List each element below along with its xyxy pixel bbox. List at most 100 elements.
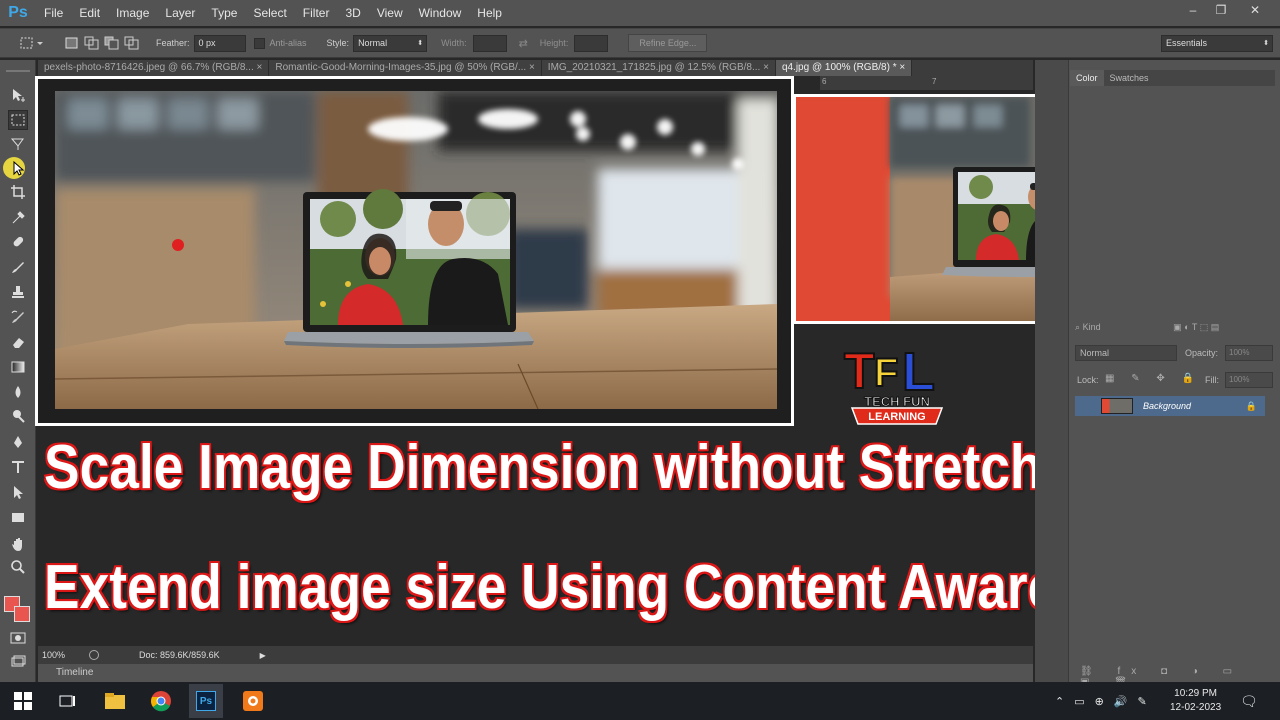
style-select[interactable]: Normal ⬍ [353,34,428,52]
intersect-selection-icon[interactable] [124,36,140,50]
close-icon[interactable]: × [257,62,263,73]
eraser-icon[interactable] [8,332,28,352]
feather-input[interactable]: 0 px [193,34,246,52]
task-view-icon[interactable] [50,684,84,718]
gradient-tool-icon[interactable] [8,357,28,377]
marquee-preset-icon[interactable] [18,33,58,53]
height-input[interactable] [574,34,609,52]
zoom-tool-icon[interactable] [8,557,28,577]
system-tray: ⌃ ▭ ⊕ 🔊 ✎ [1055,682,1147,720]
width-input[interactable] [472,34,507,52]
menu-filter[interactable]: Filter [295,0,338,26]
clock[interactable]: 10:29 PM 12-02-2023 [1170,682,1221,720]
status-info-icon[interactable] [89,650,100,660]
close-button[interactable]: ✕ [1238,0,1272,20]
fill-label: Fill: [1205,375,1219,385]
menu-3d[interactable]: 3D [337,0,368,26]
panel-dock [1035,60,1069,682]
filter-search-icon[interactable]: ⌕ [1075,322,1080,332]
volume-icon[interactable]: 🔊 [1114,695,1128,708]
lasso-tool-icon[interactable] [8,134,28,154]
menu-layer[interactable]: Layer [157,0,203,26]
tab-pexels[interactable]: pexels-photo-8716426.jpeg @ 66.7% (RGB/8… [38,60,270,76]
layer-background[interactable]: Background 🔒 [1075,396,1265,416]
logo-letter-l: L [902,342,935,402]
notifications-icon[interactable]: 🗨 [1240,682,1258,720]
color-panel-tabs: Color Swatches [1070,70,1275,86]
menu-window[interactable]: Window [411,0,470,26]
tab-q4[interactable]: q4.jpg @ 100% (RGB/8) * × [775,60,913,76]
subtract-selection-icon[interactable] [104,36,120,50]
clone-stamp-icon[interactable] [8,282,28,302]
type-tool-icon[interactable] [8,457,28,477]
timeline-panel[interactable]: Timeline [38,664,1033,682]
layer-panel-footer[interactable]: ⛓ fx ◘ ◑ ▭ ▣ 🗑 [1080,666,1270,688]
chrome-icon[interactable] [144,684,178,718]
move-tool-icon[interactable] [8,85,28,105]
add-selection-icon[interactable] [84,36,100,50]
swap-dimensions-icon[interactable]: ⇄ [519,37,528,50]
eyedropper-icon[interactable] [8,207,28,227]
logo-line2: LEARNING [868,411,925,423]
opacity-label: Opacity: [1185,348,1219,358]
ruler-mark: 6 [822,77,827,86]
rectangular-marquee-icon[interactable] [8,110,28,130]
hand-tool-icon[interactable] [8,534,28,554]
close-icon[interactable]: × [529,62,535,73]
healing-brush-icon[interactable] [8,232,28,252]
path-selection-icon[interactable] [8,482,28,502]
background-color-swatch[interactable] [14,606,30,622]
status-menu-arrow-icon[interactable]: ▶ [260,651,266,660]
antialias-checkbox[interactable] [253,37,265,49]
close-icon[interactable]: × [899,62,905,73]
fill-input[interactable]: 100% [1225,372,1273,388]
quick-selection-icon[interactable] [8,158,28,178]
windows-start-icon[interactable] [6,684,40,718]
tab-img-2021[interactable]: IMG_20210321_171825.jpg @ 12.5% (RGB/8..… [541,60,776,76]
screen-mode-icon[interactable] [8,652,28,672]
menu-help[interactable]: Help [469,0,510,26]
pen-tool-icon[interactable] [8,432,28,452]
history-brush-icon[interactable] [8,307,28,327]
new-selection-icon[interactable] [64,36,80,50]
lock-icons[interactable]: ▦ ✎ ✥ 🔒 [1105,373,1201,384]
dodge-tool-icon[interactable] [8,406,28,426]
menu-file[interactable]: File [36,0,71,26]
tab-label: q4.jpg @ 100% (RGB/8) * [781,62,897,73]
menu-select[interactable]: Select [245,0,294,26]
menu-image[interactable]: Image [108,0,157,26]
crop-tool-icon[interactable] [8,182,28,202]
photoshop-taskbar-icon[interactable]: Ps [189,684,223,718]
recorder-app-icon[interactable] [236,684,270,718]
logo-letter-t: T [844,343,875,399]
file-explorer-icon[interactable] [98,684,132,718]
menu-view[interactable]: View [369,0,411,26]
filter-icons[interactable]: ▣ ◐ T ⬚ ▤ [1173,322,1219,332]
menu-edit[interactable]: Edit [71,0,108,26]
tab-swatches[interactable]: Swatches [1104,70,1155,86]
network-icon[interactable]: ⊕ [1095,695,1104,708]
quick-mask-icon[interactable] [8,628,28,648]
tab-romantic[interactable]: Romantic-Good-Morning-Images-35.jpg @ 50… [269,60,542,76]
tray-chevron-up-icon[interactable]: ⌃ [1055,695,1064,708]
refine-edge-button[interactable]: Refine Edge... [628,34,708,52]
tools-panel [0,60,36,682]
kind-label[interactable]: Kind [1083,322,1101,332]
tab-color[interactable]: Color [1070,70,1104,86]
feather-label: Feather: [156,38,190,48]
rectangle-tool-icon[interactable] [8,507,28,527]
tray-app-icon[interactable]: ✎ [1138,695,1147,708]
workspace-select[interactable]: Essentials ⬍ [1161,34,1273,52]
zoom-level[interactable]: 100% [42,650,65,660]
restore-button[interactable]: ❐ [1204,0,1238,20]
menu-type[interactable]: Type [203,0,245,26]
lock-label: Lock: [1077,375,1099,385]
close-icon[interactable]: × [763,62,769,73]
battery-icon[interactable]: ▭ [1074,695,1084,708]
opacity-input[interactable]: 100% [1225,345,1273,361]
blur-tool-icon[interactable] [8,382,28,402]
ruler-top: 6 7 [820,76,1033,90]
ruler-mark: 7 [932,77,937,86]
brush-tool-icon[interactable] [8,257,28,277]
blend-mode-select[interactable]: Normal [1075,345,1177,361]
